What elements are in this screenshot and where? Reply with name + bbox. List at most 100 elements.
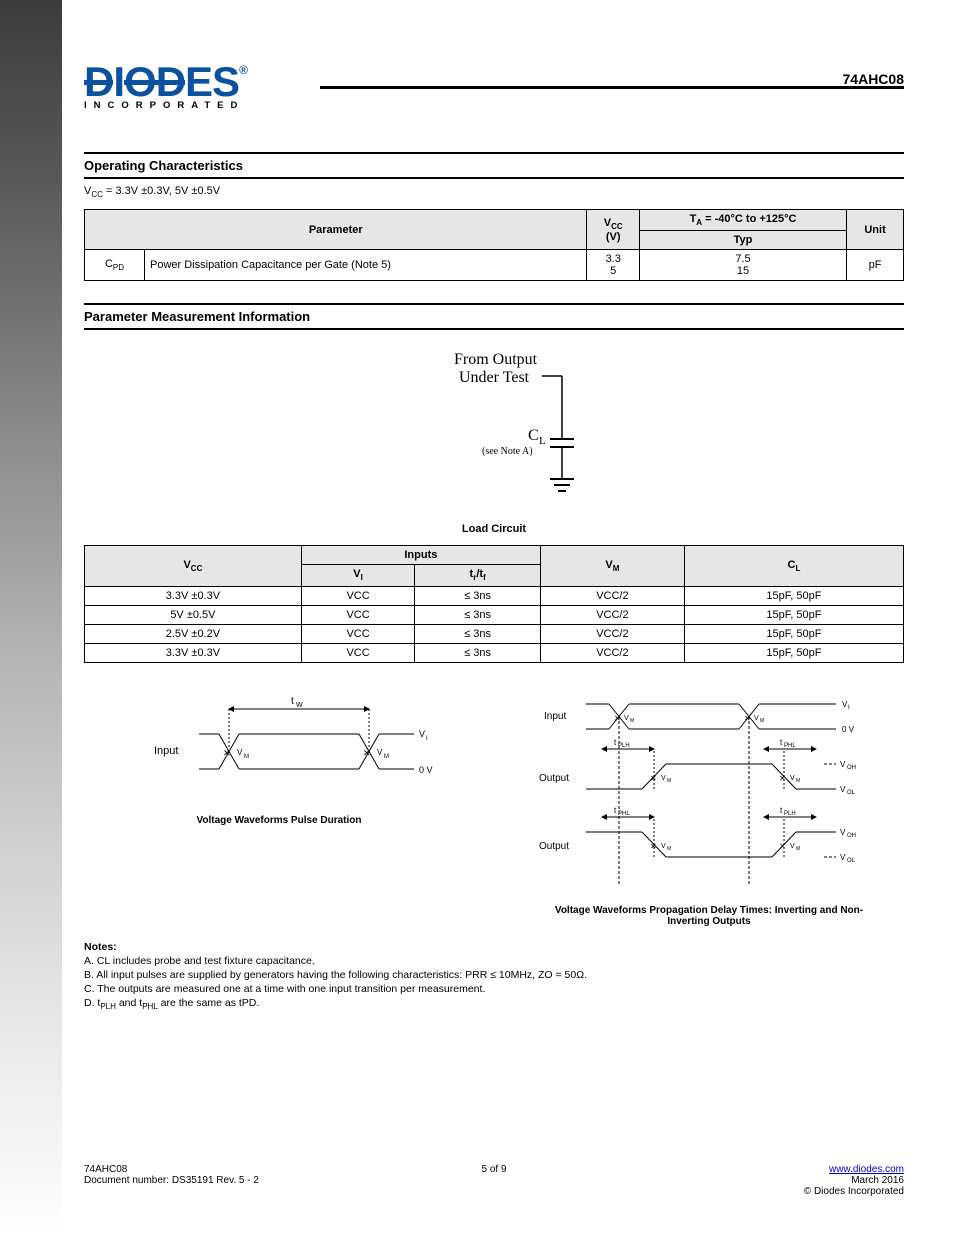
col-vi: VI bbox=[301, 565, 415, 586]
svg-text:V: V bbox=[377, 748, 383, 757]
svg-text:W: W bbox=[296, 702, 303, 709]
load-circuit-caption: Load Circuit bbox=[84, 523, 904, 535]
svg-text:V: V bbox=[790, 843, 795, 850]
svg-text:V: V bbox=[661, 775, 666, 782]
col-trtf: tr/tf bbox=[415, 565, 541, 586]
svg-text:OL: OL bbox=[847, 790, 856, 796]
note-a: A. CL includes probe and test fixture ca… bbox=[84, 955, 904, 967]
svg-text:V: V bbox=[840, 760, 846, 769]
svg-text:✕: ✕ bbox=[779, 774, 786, 783]
svg-text:V: V bbox=[840, 828, 846, 837]
svg-text:C: C bbox=[528, 427, 539, 444]
svg-text:PHL: PHL bbox=[784, 743, 796, 749]
footer-right: www.diodes.com March 2016 © Diodes Incor… bbox=[804, 1164, 904, 1197]
svg-text:M: M bbox=[760, 718, 764, 724]
col-vcc: VCC (V) bbox=[587, 210, 640, 250]
notes-block: Notes: A. CL includes probe and test fix… bbox=[84, 941, 904, 1011]
footer-link[interactable]: www.diodes.com bbox=[829, 1164, 904, 1175]
svg-text:I: I bbox=[426, 736, 428, 742]
svg-text:✕: ✕ bbox=[779, 842, 786, 851]
propagation-delay-caption: Voltage Waveforms Propagation Delay Time… bbox=[549, 905, 869, 927]
svg-text:M: M bbox=[384, 754, 389, 760]
svg-text:✕: ✕ bbox=[650, 774, 657, 783]
footer-left: 74AHC08 Document number: DS35191 Rev. 5 … bbox=[84, 1164, 259, 1197]
svg-text:✕: ✕ bbox=[650, 842, 657, 851]
load-circuit-diagram: From Output Under Test C L (see Note A) … bbox=[84, 344, 904, 535]
svg-text:✕: ✕ bbox=[744, 714, 751, 723]
svg-text:t: t bbox=[614, 806, 617, 815]
svg-text:V: V bbox=[419, 729, 425, 739]
svg-text:✕: ✕ bbox=[223, 748, 231, 758]
svg-text:Input: Input bbox=[154, 745, 178, 757]
footer: 74AHC08 Document number: DS35191 Rev. 5 … bbox=[84, 1164, 904, 1197]
svg-text:V: V bbox=[754, 715, 759, 722]
svg-text:M: M bbox=[796, 846, 800, 852]
svg-text:t: t bbox=[780, 738, 783, 747]
logo: DIODES® INCORPORATED bbox=[84, 58, 314, 130]
table-row: CPD Power Dissipation Capacitance per Ga… bbox=[85, 250, 904, 281]
col-ta-range: TA = -40°C to +125°C bbox=[639, 210, 846, 231]
notes-heading: Notes: bbox=[84, 941, 904, 953]
under-test-label: Under Test bbox=[459, 369, 530, 386]
part-number: 74AHC08 bbox=[843, 71, 904, 87]
table-row: 3.3V ±0.3V VCC ≤ 3ns VCC/2 15pF, 50pF bbox=[85, 643, 904, 662]
svg-text:OH: OH bbox=[847, 765, 856, 771]
header-row: DIODES® INCORPORATED 74AHC08 bbox=[84, 58, 904, 130]
svg-text:L: L bbox=[539, 435, 546, 447]
svg-text:OL: OL bbox=[847, 858, 856, 864]
svg-text:t: t bbox=[291, 696, 294, 707]
operating-characteristics-table: Parameter VCC (V) TA = -40°C to +125°C U… bbox=[84, 209, 904, 281]
svg-text:PHL: PHL bbox=[618, 811, 630, 817]
col-inputs: Inputs bbox=[301, 546, 540, 565]
note-b: B. All input pulses are supplied by gene… bbox=[84, 969, 904, 981]
svg-text:Input: Input bbox=[544, 711, 566, 722]
svg-text:PLH: PLH bbox=[618, 743, 630, 749]
svg-text:✕: ✕ bbox=[614, 714, 621, 723]
svg-text:M: M bbox=[667, 778, 671, 784]
svg-text:OH: OH bbox=[847, 833, 856, 839]
svg-text:✕: ✕ bbox=[363, 748, 371, 758]
table-row: 5V ±0.5V VCC ≤ 3ns VCC/2 15pF, 50pF bbox=[85, 605, 904, 624]
svg-text:t: t bbox=[780, 806, 783, 815]
col-vcc: VCC bbox=[85, 546, 302, 586]
table-row: 3.3V ±0.3V VCC ≤ 3ns VCC/2 15pF, 50pF bbox=[85, 586, 904, 605]
pulse-duration-caption: Voltage Waveforms Pulse Duration bbox=[84, 815, 474, 826]
svg-text:0 V: 0 V bbox=[419, 765, 433, 775]
note-c: C. The outputs are measured one at a tim… bbox=[84, 983, 904, 995]
svg-text:V: V bbox=[840, 853, 846, 862]
svg-text:PLH: PLH bbox=[784, 811, 796, 817]
from-output-label: From Output bbox=[454, 351, 538, 368]
svg-text:V: V bbox=[237, 748, 243, 757]
section-title-parameter-measurement: Parameter Measurement Information bbox=[84, 303, 904, 330]
svg-text:V: V bbox=[661, 843, 666, 850]
svg-text:Output: Output bbox=[539, 841, 569, 852]
svg-text:t: t bbox=[614, 738, 617, 747]
svg-text:M: M bbox=[796, 778, 800, 784]
header-rule: 74AHC08 bbox=[320, 86, 904, 89]
col-typ: Typ bbox=[639, 231, 846, 250]
svg-text:V: V bbox=[840, 785, 846, 794]
svg-text:V: V bbox=[624, 715, 629, 722]
svg-text:I: I bbox=[848, 705, 850, 711]
svg-text:(see Note A): (see Note A) bbox=[482, 446, 533, 457]
col-vm: VM bbox=[540, 546, 684, 586]
waveform-propagation-delay: Input ✕VM ✕VM VI 0 V bbox=[514, 689, 904, 927]
svg-text:M: M bbox=[244, 754, 249, 760]
svg-text:0 V: 0 V bbox=[842, 725, 855, 734]
col-parameter: Parameter bbox=[85, 210, 587, 250]
svg-text:Output: Output bbox=[539, 773, 569, 784]
svg-text:M: M bbox=[667, 846, 671, 852]
waveform-pulse-duration: tW Input ✕ ✕ bbox=[84, 689, 474, 927]
waveform-figures: tW Input ✕ ✕ bbox=[84, 689, 904, 927]
col-unit: Unit bbox=[847, 210, 904, 250]
col-cl: CL bbox=[684, 546, 903, 586]
note-d: D. tPLH and tPHL are the same as tPD. bbox=[84, 997, 904, 1011]
left-gradient-bar bbox=[0, 0, 62, 1235]
footer-page-number: 5 of 9 bbox=[481, 1164, 506, 1175]
table-row: 2.5V ±0.2V VCC ≤ 3ns VCC/2 15pF, 50pF bbox=[85, 624, 904, 643]
svg-text:V: V bbox=[790, 775, 795, 782]
svg-text:M: M bbox=[630, 718, 634, 724]
section-title-operating-characteristics: Operating Characteristics bbox=[84, 152, 904, 179]
parameter-measurement-table: VCC Inputs VM CL VI tr/tf 3.3V ±0.3V VCC… bbox=[84, 545, 904, 662]
operating-characteristics-condition: VCC = 3.3V ±0.3V, 5V ±0.5V bbox=[84, 185, 904, 199]
